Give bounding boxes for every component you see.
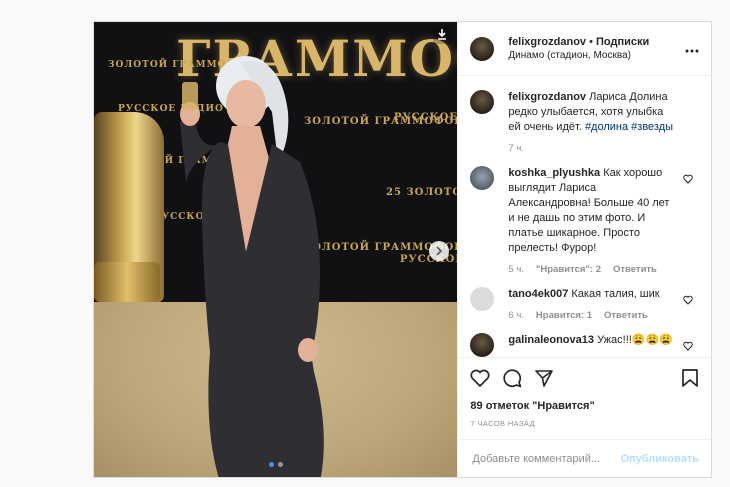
caption-body: felixgrozdanov Лариса Долина редко улыба… [508, 90, 699, 156]
post-photo[interactable]: ГРАММОФ ЗОЛОТОЙ ГРАММОФОН РУССКОЕ РАДИО … [94, 22, 458, 477]
commenter-avatar[interactable] [470, 333, 495, 357]
comment-body: koshka_plyushka Как хорошо выглядит Лари… [508, 166, 699, 277]
heart-icon[interactable] [683, 174, 693, 184]
following-button[interactable]: Подписки [596, 36, 649, 48]
photo-trophy-base [94, 262, 160, 302]
comment-text: Какая талия, шик [571, 288, 660, 300]
commenter-avatar[interactable] [470, 287, 495, 311]
heart-icon[interactable] [683, 295, 693, 305]
commenter-avatar[interactable] [470, 166, 495, 190]
author-avatar[interactable] [470, 36, 495, 61]
comment-input[interactable] [470, 451, 621, 466]
posted-time: 7 ЧАСОВ НАЗАД [470, 419, 536, 428]
comment-username[interactable]: tano4ek007 [508, 288, 568, 300]
likes-count[interactable]: 89 отметок "Нравится" [458, 397, 711, 415]
post-header: felixgrozdanov • Подписки Динамо (стадио… [458, 22, 711, 76]
comments-list[interactable]: felixgrozdanov Лариса Долина редко улыба… [458, 76, 711, 357]
photo-person [180, 56, 324, 477]
caption: felixgrozdanov Лариса Долина редко улыба… [470, 90, 699, 156]
caption-username[interactable]: felixgrozdanov [508, 91, 586, 103]
more-options-icon[interactable] [685, 40, 699, 58]
author-info: felixgrozdanov • Подписки Динамо (стадио… [508, 35, 685, 63]
caption-time: 7 ч. [508, 143, 524, 154]
comment-item: galinaleonova13 Ужас!!!😩😩😩 [470, 333, 699, 357]
caption-hashtags[interactable]: #долина #звезды [585, 121, 673, 133]
comment-likes[interactable]: "Нравится": 2 [536, 262, 601, 277]
comment-time: 5 ч. [508, 264, 524, 275]
photo-backdrop-label: 25 ЗОЛОТОЙ ГРАММОФОН [386, 187, 457, 198]
post-actions [458, 357, 711, 397]
author-avatar[interactable] [470, 90, 495, 114]
comment-body: tano4ek007 Какая талия, шик 6 ч. Нравитс… [508, 287, 699, 323]
comment-likes[interactable]: Нравится: 1 [536, 308, 592, 323]
download-icon[interactable] [433, 26, 452, 44]
follow-separator: • [589, 35, 593, 48]
share-icon[interactable] [534, 368, 554, 388]
carousel-indicator [94, 462, 457, 467]
comment-meta: 6 ч. Нравится: 1 Ответить [508, 308, 677, 323]
instagram-post: ГРАММОФ ЗОЛОТОЙ ГРАММОФОН РУССКОЕ РАДИО … [93, 21, 712, 478]
comment-username[interactable]: galinaleonova13 [508, 334, 594, 346]
heart-icon[interactable] [470, 369, 490, 387]
comment-reply-button[interactable]: Ответить [613, 262, 657, 277]
comment-icon[interactable] [502, 368, 522, 388]
comment-time: 6 ч. [508, 310, 524, 321]
comment-reply-button[interactable]: Ответить [604, 308, 648, 323]
photo-backdrop-label: РУССКОЕ РАДИО [400, 254, 457, 265]
add-comment-bar: Опубликовать [458, 439, 711, 477]
author-username[interactable]: felixgrozdanov [508, 36, 586, 48]
bookmark-icon[interactable] [681, 368, 699, 388]
comment-text: Как хорошо выглядит Лариса Александровна… [508, 167, 670, 254]
heart-icon[interactable] [683, 341, 693, 351]
carousel-dot [268, 462, 274, 467]
comment-item: koshka_plyushka Как хорошо выглядит Лари… [470, 166, 699, 277]
photo-backdrop-label: РУССКОЕ РАДИО [394, 112, 458, 123]
post-location[interactable]: Динамо (стадион, Москва) [508, 49, 685, 63]
caption-meta: 7 ч. [508, 141, 677, 156]
comment-item: tano4ek007 Какая талия, шик 6 ч. Нравитс… [470, 287, 699, 323]
post-sidebar: felixgrozdanov • Подписки Динамо (стадио… [457, 22, 711, 477]
chevron-right-icon [436, 246, 443, 256]
carousel-dot [277, 462, 283, 467]
comment-text: Ужас!!!😩😩😩 [597, 334, 673, 346]
comment-meta: 5 ч. "Нравится": 2 Ответить [508, 262, 677, 277]
comment-body: galinaleonova13 Ужас!!!😩😩😩 [508, 333, 699, 357]
comment-username[interactable]: koshka_plyushka [508, 167, 600, 179]
publish-button[interactable]: Опубликовать [620, 453, 699, 465]
